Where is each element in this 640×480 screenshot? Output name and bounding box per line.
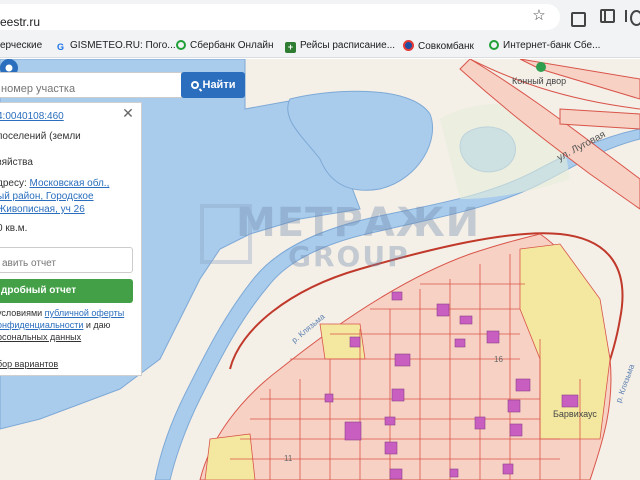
star-icon[interactable]: ☆	[531, 8, 547, 24]
browser-toolbar: eestr.ru ☆	[0, 0, 640, 34]
bookmark-item[interactable]: G GISMETEO.RU: Пого...	[55, 40, 176, 53]
extensions-icon[interactable]	[568, 8, 586, 27]
detailed-report-button[interactable]: дробный отчет	[0, 279, 133, 303]
address-prefix: дресу:	[0, 178, 27, 189]
url-text: eestr.ru	[0, 15, 41, 29]
bookmark-item[interactable]: ерческие	[0, 40, 42, 52]
search-button[interactable]: Найти	[181, 72, 245, 98]
parcel-area: 0 кв.м.	[0, 223, 28, 234]
report-email-input[interactable]	[0, 247, 133, 273]
public-offer-link[interactable]: публичной оферты	[45, 308, 125, 318]
address-link[interactable]: ый район, Городское	[0, 191, 94, 203]
parcel-info-panel: ✕ 4:0040108:460 поселений (земли зяйства…	[0, 102, 142, 376]
search-button-label: Найти	[202, 79, 236, 91]
variants-link[interactable]: бор вариантов	[0, 358, 58, 370]
address-bar[interactable]: eestr.ru	[0, 4, 560, 30]
bookmark-item[interactable]: + Рейсы расписание...	[285, 40, 395, 53]
address-link[interactable]: Живописная, уч 26	[0, 204, 85, 216]
watermark-subtext: GROUP	[288, 240, 410, 273]
address-link[interactable]: Московская обл.,	[30, 178, 110, 189]
bookmark-label: Сбербанк Онлайн	[190, 40, 274, 51]
bookmark-label: Интернет-банк Сбе...	[503, 40, 601, 51]
sber-icon	[489, 40, 499, 50]
bookmark-label: ерческие	[0, 40, 43, 51]
search-input[interactable]	[0, 72, 182, 98]
personal-data-link[interactable]: рсональных данных	[0, 331, 81, 343]
plus-icon: +	[285, 42, 296, 53]
bookmark-item[interactable]: Сбербанк Онлайн	[176, 40, 274, 52]
gismeteo-icon: G	[56, 42, 64, 52]
parcel-number: 11	[284, 454, 293, 463]
watermark: МЕТРАЖИ GROUP	[200, 200, 479, 274]
terms-text: условиями публичной оферты	[0, 307, 124, 319]
menu-icon[interactable]	[625, 8, 640, 26]
privacy-link[interactable]: онфиденциальности	[0, 320, 83, 330]
bookmark-item[interactable]: Совкомбанк	[403, 40, 474, 53]
sidebar-icon[interactable]	[600, 9, 615, 23]
land-category: поселений (земли	[0, 131, 81, 142]
bookmark-label: Совкомбанк	[418, 41, 474, 52]
bookmark-label: GISMETEO.RU: Пого...	[70, 40, 176, 51]
terms-prefix: условиями	[0, 308, 45, 318]
bookmark-item[interactable]: Интернет-банк Сбе...	[489, 40, 600, 52]
place-label: Конный двор	[512, 76, 567, 86]
sber-icon	[176, 40, 186, 50]
close-icon[interactable]: ✕	[122, 106, 134, 120]
place-label: Барвихаус	[553, 409, 597, 419]
address-block: дресу: Московская обл.,	[0, 178, 109, 190]
terms-suffix: и даю	[83, 320, 111, 330]
bookmarks-bar: ерческие G GISMETEO.RU: Пого... Сбербанк …	[0, 34, 640, 58]
cadastral-number-link[interactable]: 4:0040108:460	[0, 111, 64, 123]
parcel-number: 16	[494, 355, 503, 364]
terms-text: онфиденциальности и даю	[0, 319, 110, 331]
sovcombank-icon	[403, 40, 414, 51]
land-purpose: зяйства	[0, 157, 33, 168]
bookmark-label: Рейсы расписание...	[300, 40, 396, 51]
search-icon	[190, 81, 199, 89]
